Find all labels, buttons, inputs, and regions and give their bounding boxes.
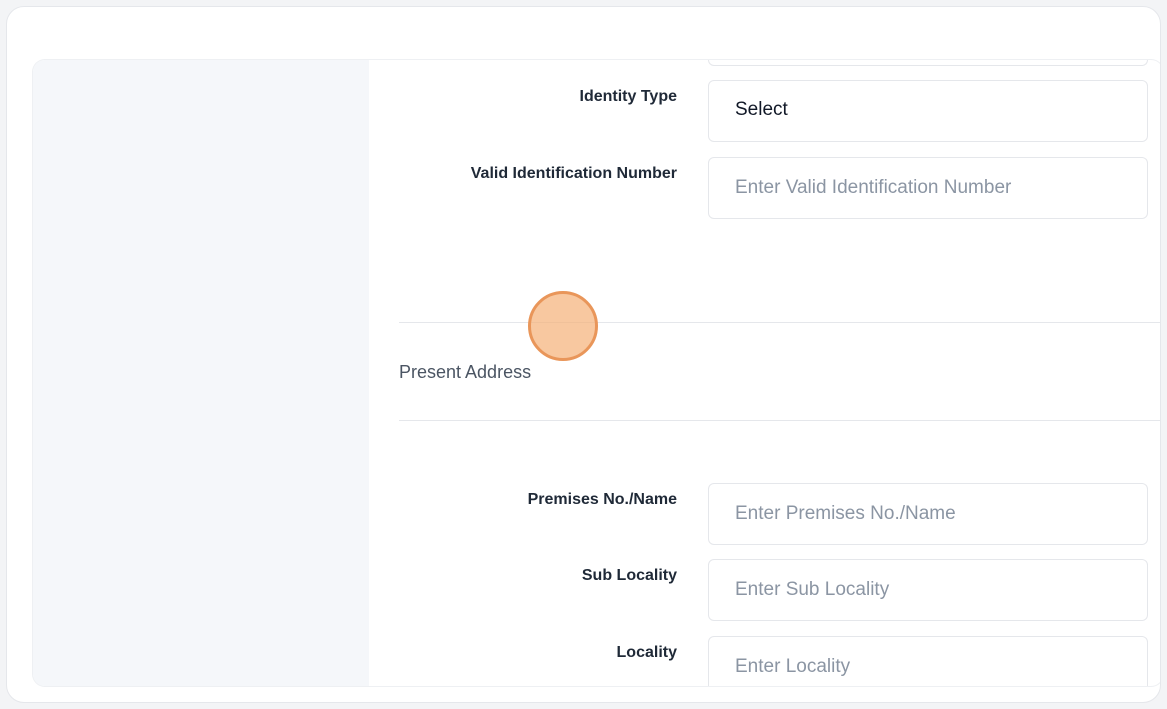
sidebar xyxy=(33,60,369,686)
section-divider-bottom xyxy=(399,420,1160,421)
sub-locality-input[interactable] xyxy=(708,559,1148,621)
valid-id-number-row: Valid Identification Number xyxy=(369,157,1160,219)
premises-label: Premises No./Name xyxy=(527,491,677,508)
valid-id-number-label: Valid Identification Number xyxy=(470,165,677,182)
premises-input[interactable] xyxy=(708,483,1148,545)
locality-label: Locality xyxy=(616,644,677,661)
form-content: Identity Type Select Valid Identificatio… xyxy=(369,60,1160,686)
section-divider-top xyxy=(399,322,1160,323)
sub-locality-row: Sub Locality xyxy=(369,559,1160,621)
locality-input[interactable] xyxy=(708,636,1148,686)
premises-row: Premises No./Name xyxy=(369,483,1160,545)
locality-row: Locality xyxy=(369,636,1160,686)
cursor-highlight xyxy=(528,291,598,361)
identity-type-row: Identity Type Select xyxy=(369,80,1160,142)
identity-type-select[interactable]: Select xyxy=(708,80,1148,142)
form-panel: Identity Type Select Valid Identificatio… xyxy=(33,60,1160,686)
previous-field-edge xyxy=(708,60,1148,66)
present-address-title: Present Address xyxy=(399,362,532,382)
identity-type-value: Select xyxy=(735,99,788,120)
valid-id-number-input[interactable] xyxy=(708,157,1148,219)
app-frame: Identity Type Select Valid Identificatio… xyxy=(6,6,1161,703)
sub-locality-label: Sub Locality xyxy=(581,567,677,584)
identity-type-label: Identity Type xyxy=(579,88,678,105)
